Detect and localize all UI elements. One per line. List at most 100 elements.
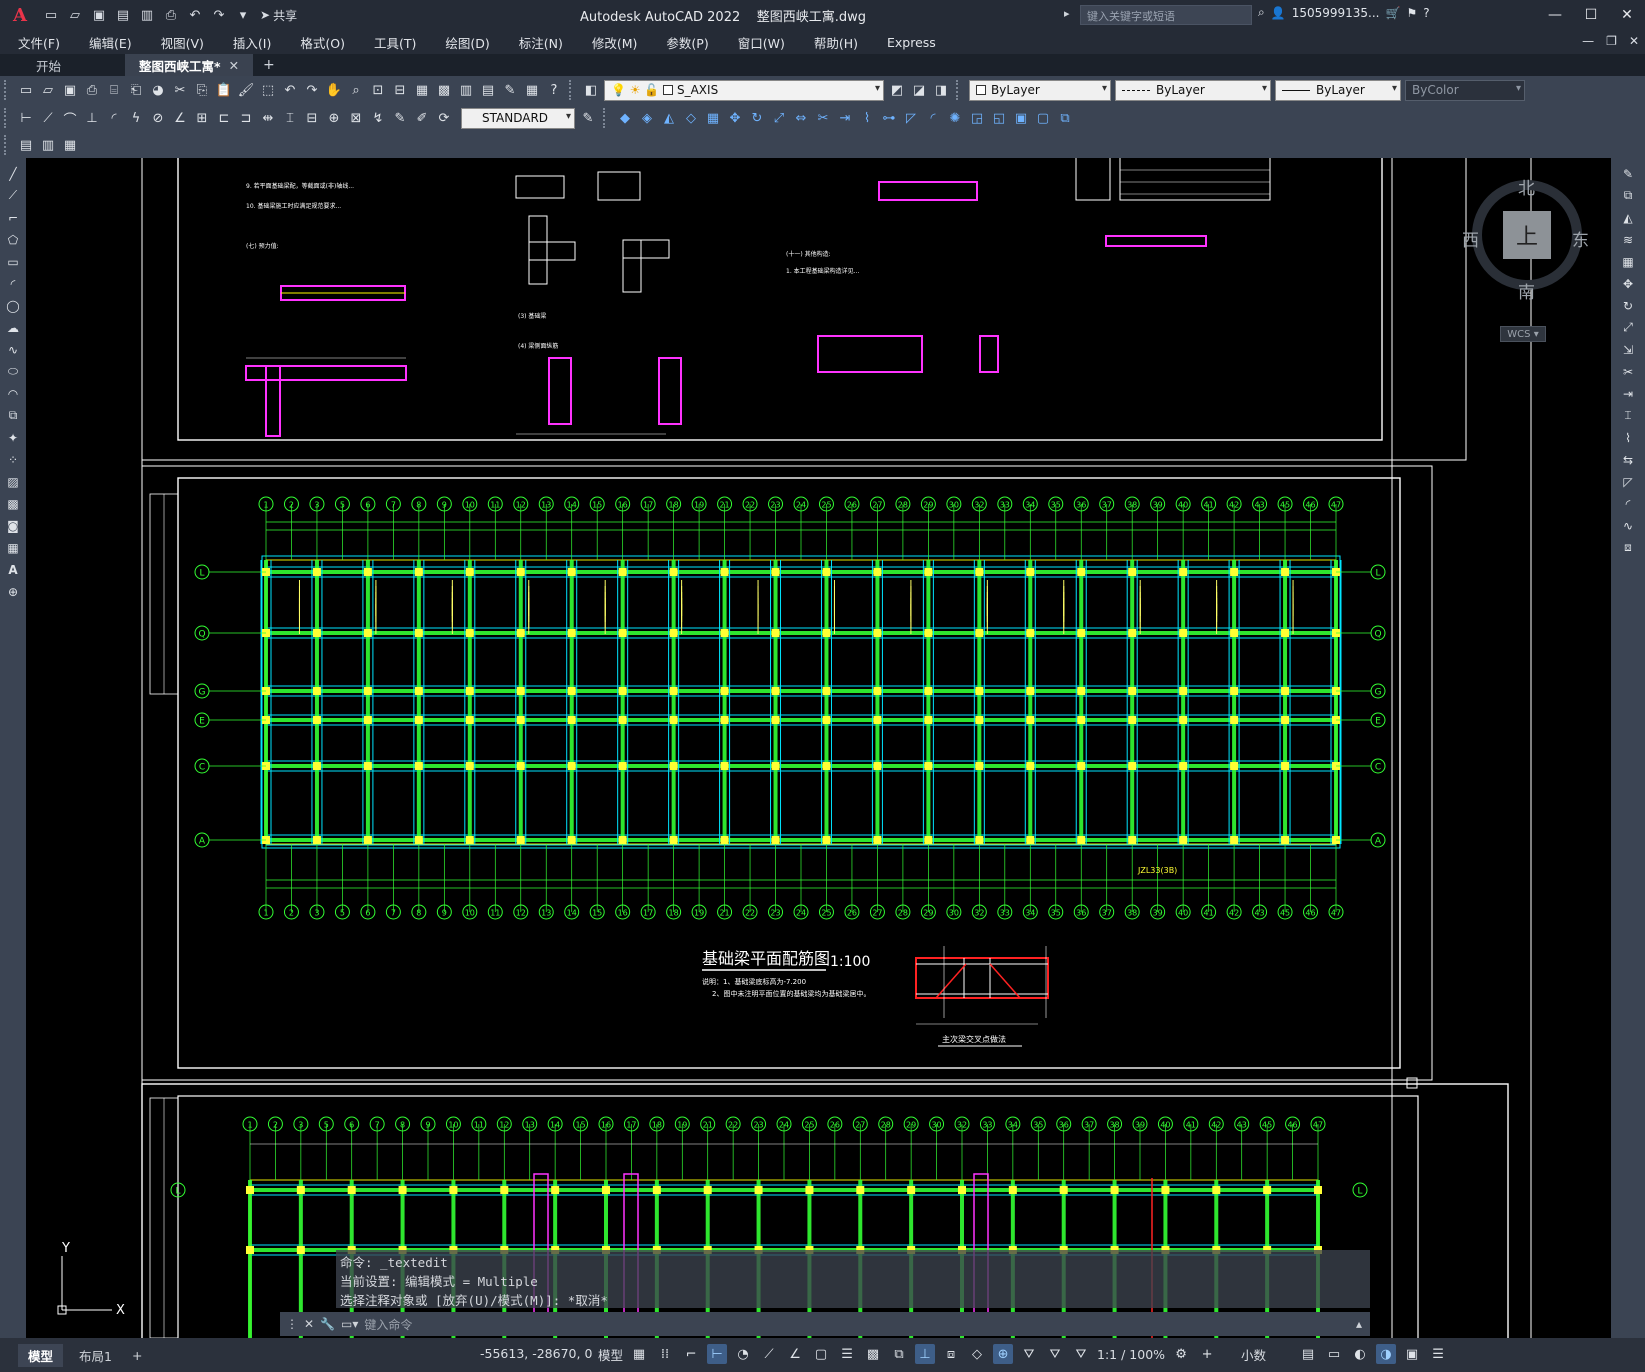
menu-file[interactable]: 文件(F) [0,33,71,52]
object-snap-icon[interactable]: ▢ [811,1344,831,1364]
open-folder-icon[interactable]: ▱ [64,4,86,26]
explode-icon[interactable]: ⧈ [1618,538,1638,557]
user-icon[interactable]: 👤 [1271,6,1286,20]
help-icon[interactable]: ? [544,80,564,100]
share-button[interactable]: ➤ 共享 [260,7,297,24]
menu-modify[interactable]: 修改(M) [574,33,649,52]
polygon-icon[interactable]: ⬠ [3,230,23,249]
copy-icon[interactable]: ⎘ [192,80,212,100]
mirror-icon[interactable]: ◭ [659,108,679,128]
customize-dropdown-icon[interactable]: ▾ [232,4,254,26]
grid-icon[interactable]: ▦ [629,1344,649,1364]
polar-tracking-icon[interactable]: ◔ [733,1344,753,1364]
angular-dim-icon[interactable]: ∠ [170,108,190,128]
compass-east[interactable]: 东 [1572,226,1589,251]
maximize-icon[interactable]: ☐ [1573,0,1609,30]
add-layout-icon[interactable]: + [122,1346,152,1365]
doc-minimize-icon[interactable]: — [1582,34,1594,48]
command-close-icon[interactable]: ✕ [304,1317,314,1331]
infer-constraints-icon[interactable]: ⌐ [681,1344,701,1364]
compass-north[interactable]: 北 [1518,174,1535,199]
workspace-icon[interactable]: ⚙ [1171,1344,1191,1364]
tab-drawing[interactable]: 整图西峡工寓* ✕ [125,54,254,76]
detail-caption[interactable]: 主次梁交叉点做法 [942,1034,1006,1044]
units-value[interactable]: 小数 [1241,1345,1266,1364]
toolbar-grip[interactable] [4,108,12,128]
dim-space-icon[interactable]: ⇹ [258,108,278,128]
center-mark-icon[interactable]: ⊕ [324,108,344,128]
wcs-menu[interactable]: WCS ▾ [1500,326,1546,342]
explode-icon[interactable]: ✺ [945,108,965,128]
ellipse-icon[interactable]: ⬭ [3,362,23,381]
auto-scale-icon[interactable]: ⛛ [1045,1344,1065,1364]
tool-palettes-icon[interactable]: ▥ [456,80,476,100]
extend-icon[interactable]: ⇥ [1618,384,1638,403]
zoom-previous-icon[interactable]: ⊟ [390,80,410,100]
copy-icon[interactable]: ⧉ [1618,186,1638,205]
dim-break-icon[interactable]: ⌶ [280,108,300,128]
help-icon[interactable]: ? [1423,6,1429,20]
copy-object-icon[interactable]: ◈ [637,108,657,128]
command-customize-icon[interactable]: 🔧 [320,1317,335,1331]
point-icon[interactable]: ⁘ [3,450,23,469]
toolbar-grip[interactable] [4,135,12,155]
stretch-icon[interactable]: ⇲ [1618,340,1638,359]
redo-icon[interactable]: ↷ [208,4,230,26]
baseline-dim-icon[interactable]: ⊏ [214,108,234,128]
chamfer-icon[interactable]: ◸ [1618,472,1638,491]
close-icon[interactable]: ✕ [1609,0,1645,30]
tab-model[interactable]: 模型 [18,1343,64,1367]
viewcube-top-face[interactable]: 上 [1503,211,1551,259]
save-icon[interactable]: ▣ [88,4,110,26]
close-tab-icon[interactable]: ✕ [229,58,239,73]
dynamic-ucs-icon[interactable]: ⧈ [941,1344,961,1364]
plotstyle-select[interactable]: ByColor ▾ [1405,79,1525,101]
menu-express[interactable]: Express [869,35,947,50]
menu-draw[interactable]: 绘图(D) [427,33,500,52]
break-icon[interactable]: ⌇ [1618,428,1638,447]
cut-icon[interactable]: ✂ [170,80,190,100]
construction-line-icon[interactable]: ⟋ [3,186,23,205]
insert-block-icon[interactable]: ⧉ [3,406,23,425]
linear-dim-icon[interactable]: ⊢ [16,108,36,128]
chevron-down-icon[interactable]: ▾ [1102,83,1107,94]
plan-scale[interactable]: 1:100 [830,954,870,970]
join-icon[interactable]: ⊶ [879,108,899,128]
menu-parametric[interactable]: 参数(P) [648,33,719,52]
drawing-svg[interactable]: 9. 若平面基础梁配，等截面或(非)轴线... 10. 基础梁施工时应满足规范要… [26,158,1611,1338]
new-tab-icon[interactable]: + [253,54,285,76]
make-block-icon[interactable]: ✦ [3,428,23,447]
zoom-window-icon[interactable]: ⊡ [368,80,388,100]
command-grip-icon[interactable]: ⋮ [286,1317,298,1331]
customization-icon[interactable]: ☰ [1428,1344,1448,1364]
menu-tools[interactable]: 工具(T) [356,33,427,52]
layer-properties-icon[interactable]: ◧ [581,80,601,100]
erase-icon[interactable]: ◆ [615,108,635,128]
sheet-tool-icon[interactable]: ▦ [60,135,80,155]
properties-icon[interactable]: ▦ [412,80,432,100]
doc-restore-icon[interactable]: ❐ [1606,34,1617,48]
layer-freeze-icon[interactable]: ☀ [630,83,641,97]
plan-title[interactable]: 基础梁平面配筋图 [702,949,830,968]
coordinate-readout[interactable]: -55613, -28670, 0 [480,1346,592,1361]
chevron-down-icon[interactable]: ▾ [1392,83,1397,94]
circle-icon[interactable]: ◯ [3,296,23,315]
dim-update-icon[interactable]: ⟳ [434,108,454,128]
table-icon[interactable]: ▦ [3,538,23,557]
3d-object-snap-icon[interactable]: ⊥ [915,1344,936,1364]
annotation-visibility-icon[interactable]: ⛛ [1019,1344,1039,1364]
match-properties-icon[interactable]: 🖌 [236,80,256,100]
undo-icon[interactable]: ↶ [184,4,206,26]
rectangle-icon[interactable]: ▭ [3,252,23,271]
isodraft-icon[interactable]: ⟋ [759,1344,779,1364]
spline-icon[interactable]: ∿ [3,340,23,359]
region-icon[interactable]: ◙ [3,516,23,535]
chevron-down-icon[interactable]: ▾ [1516,83,1521,94]
group-icon[interactable]: ▣ [1011,108,1031,128]
lineweight-icon[interactable]: ☰ [837,1344,857,1364]
zoom-realtime-icon[interactable]: ⌕ [346,80,366,100]
jogged-linear-icon[interactable]: ↯ [368,108,388,128]
toolbar-grip[interactable] [956,80,964,100]
annotation-monitor-icon[interactable]: + [1197,1344,1217,1364]
scale-icon[interactable]: ⤢ [769,108,789,128]
